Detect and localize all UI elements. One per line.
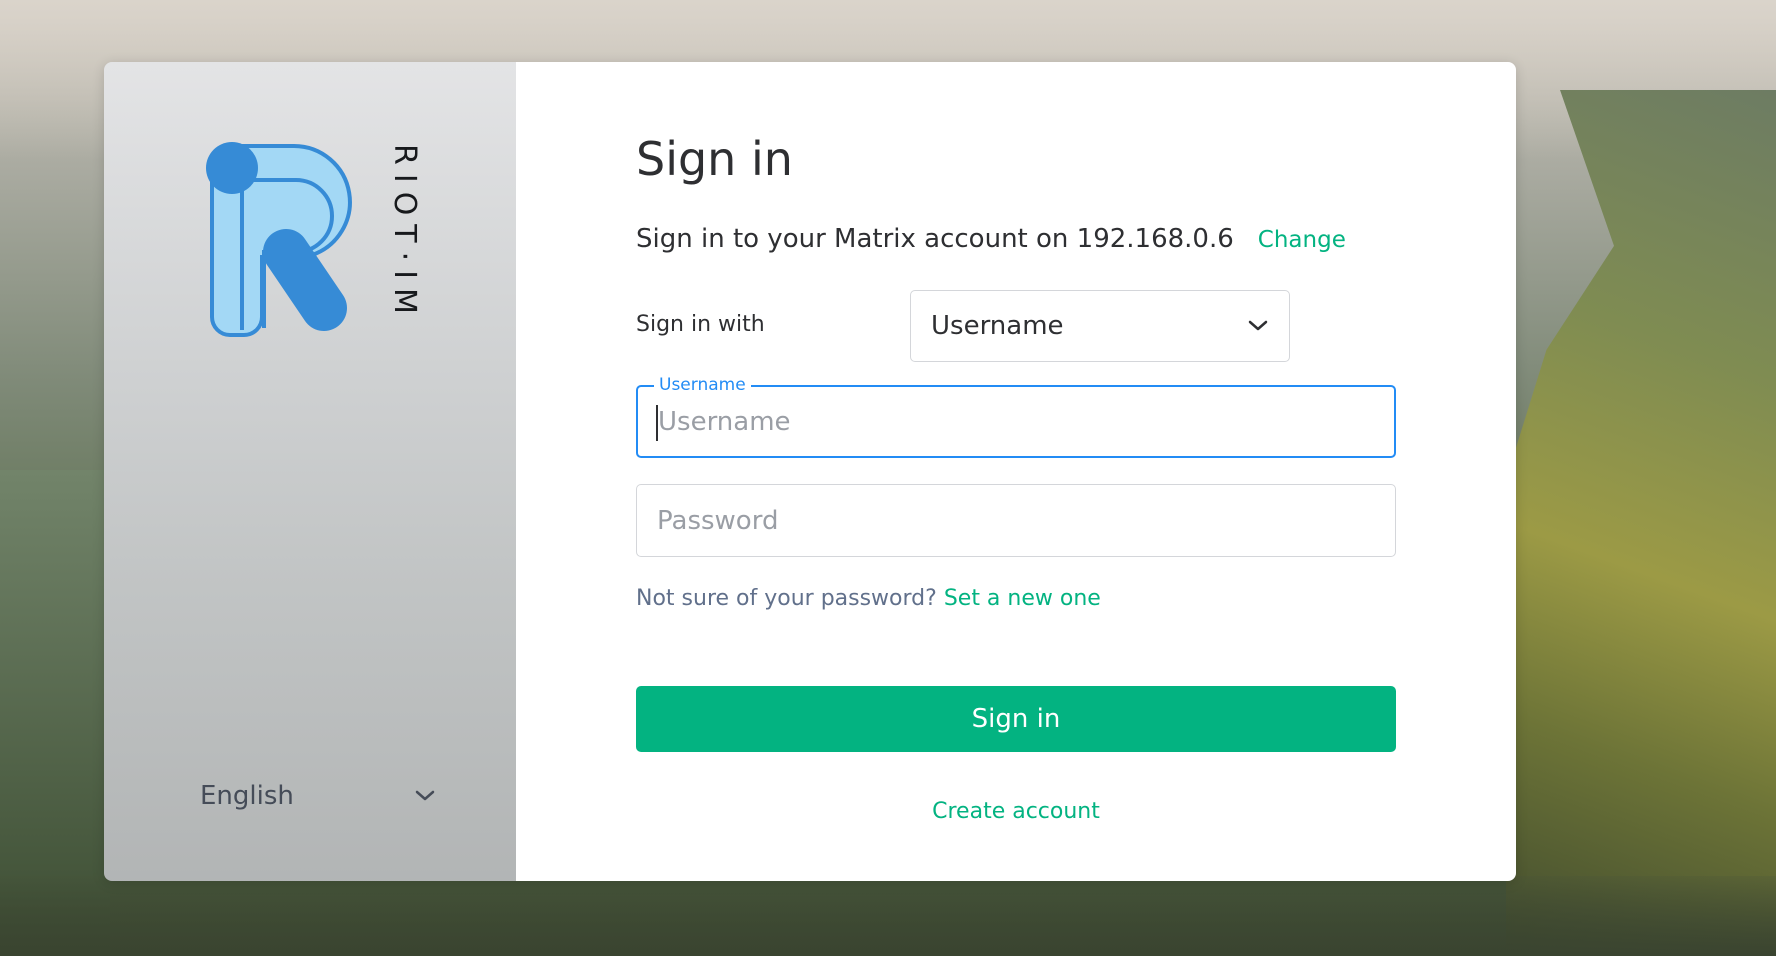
change-server-link[interactable]: Change xyxy=(1258,227,1346,253)
login-method-select[interactable]: Username xyxy=(910,290,1290,362)
riot-wordmark: RIOT·IM xyxy=(387,144,422,323)
login-method-value: Username xyxy=(931,311,1064,341)
signin-with-label: Sign in with xyxy=(636,312,765,337)
forgot-password: Not sure of your password? Set a new one xyxy=(636,586,1101,611)
signin-form-panel: Sign in Sign in to your Matrix account o… xyxy=(516,62,1516,881)
password-field[interactable] xyxy=(636,484,1396,557)
branding-panel: RIOT·IM English xyxy=(104,62,516,881)
username-field-legend: Username xyxy=(654,375,751,395)
username-input[interactable] xyxy=(638,387,1394,456)
language-label: English xyxy=(200,781,294,811)
signin-button[interactable]: Sign in xyxy=(636,686,1396,752)
username-field[interactable]: Username xyxy=(636,375,1396,458)
reset-password-link[interactable]: Set a new one xyxy=(944,586,1101,611)
text-cursor xyxy=(656,405,658,441)
chevron-down-icon xyxy=(415,790,435,801)
forgot-password-text: Not sure of your password? xyxy=(636,586,944,611)
password-input[interactable] xyxy=(637,485,1395,556)
language-selector[interactable]: English xyxy=(200,776,436,816)
page-title: Sign in xyxy=(636,132,793,186)
chevron-down-icon xyxy=(1248,320,1268,331)
background-mountain xyxy=(1506,90,1776,956)
auth-dialog: RIOT·IM English Sign in Sign in to your … xyxy=(104,62,1516,881)
create-account-link[interactable]: Create account xyxy=(636,799,1396,824)
server-info: Sign in to your Matrix account on 192.16… xyxy=(636,224,1346,254)
server-text: Sign in to your Matrix account on 192.16… xyxy=(636,224,1234,254)
background-valley xyxy=(0,876,1776,956)
